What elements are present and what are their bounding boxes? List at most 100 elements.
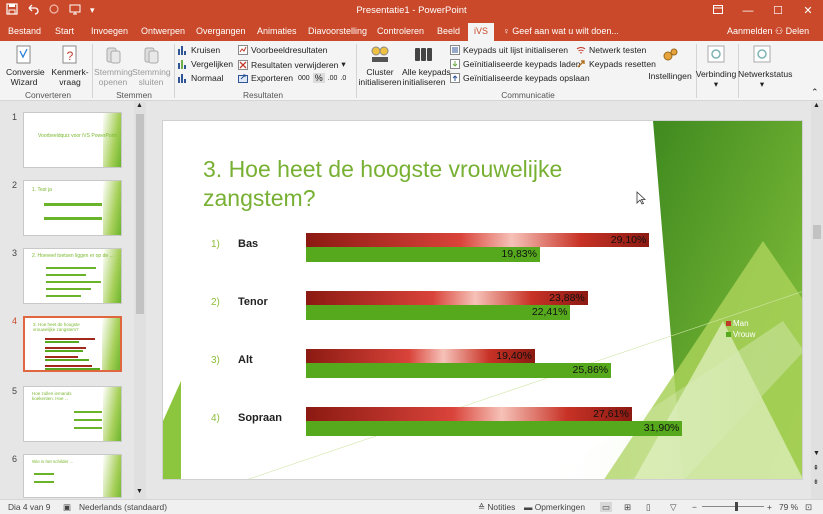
normal-view-icon[interactable]: ▭: [600, 502, 612, 512]
slide-title[interactable]: 3. Hoe heet de hoogste vrouwelijke zangs…: [203, 155, 673, 213]
kruisen-button[interactable]: Kruisen: [178, 45, 220, 55]
zoom-slider-handle[interactable]: [735, 502, 738, 511]
thousands-format-button[interactable]: 000: [298, 75, 310, 82]
keypads-resetten-button[interactable]: Keypads resetten: [576, 59, 656, 69]
resultaten-verwijderen-button[interactable]: Resultaten verwijderen ▾: [238, 59, 346, 70]
voorbeeldresultaten-button[interactable]: Voorbeeldresultaten: [238, 45, 327, 55]
bar-value-label: 22,41%: [531, 306, 568, 318]
person-icon: ⚇: [775, 26, 784, 36]
slide-thumbnail-5[interactable]: Hoe zullen iemands koekenten. Hoe ...: [23, 386, 122, 442]
tab-invoegen[interactable]: Invoegen: [91, 26, 128, 36]
stemming-sluiten-button[interactable]: Stemming sluiten: [132, 45, 171, 87]
slide-thumbnail-1[interactable]: Voorbeeldquiz voor iVS PowerPoint: [23, 112, 122, 168]
stemming-openen-button[interactable]: Stemming openen: [94, 45, 133, 87]
maximize-icon[interactable]: ☐: [763, 0, 793, 22]
editor-scrollbar[interactable]: ▲ ▼ ⇞ ⇟: [811, 102, 823, 499]
kenmerkvraag-button[interactable]: ? Kenmerk- vraag: [50, 45, 90, 87]
network-test-icon: [576, 46, 586, 53]
netwerk-testen-button[interactable]: Netwerk testen: [576, 45, 646, 55]
zoom-slider[interactable]: [702, 506, 764, 507]
tab-start[interactable]: Start: [55, 26, 74, 36]
zoom-out-button[interactable]: −: [692, 502, 697, 512]
vergelijken-button[interactable]: Vergelijken: [178, 59, 233, 69]
tab-bestand[interactable]: Bestand: [8, 26, 41, 36]
slideshow-view-icon[interactable]: ▽: [670, 502, 676, 512]
comment-icon: ▬: [524, 502, 533, 512]
verbinding-button[interactable]: Verbinding ▾: [694, 45, 738, 89]
keypads-uit-lijst-button[interactable]: Keypads uit lijst initialiseren: [450, 45, 568, 55]
scrollbar-thumb[interactable]: [813, 225, 821, 239]
tab-diavoorstelling[interactable]: Diavoorstelling: [308, 26, 367, 36]
tab-ivs[interactable]: iVS: [468, 23, 495, 41]
tell-me-box[interactable]: ♀ Geef aan wat u wilt doen...: [503, 26, 619, 36]
exporteren-button[interactable]: Exporteren: [238, 73, 293, 83]
close-icon[interactable]: ✕: [793, 0, 823, 22]
instellingen-button[interactable]: Instellingen: [648, 45, 692, 81]
bar-value-label: 27,61%: [593, 408, 629, 420]
opslaan-label: Geïnitialiseerde keypads opslaan: [463, 73, 590, 83]
sign-in-link[interactable]: Aanmelden: [727, 26, 773, 36]
delete-results-icon: [238, 59, 248, 70]
share-button[interactable]: ⚇ Delen: [775, 26, 809, 37]
zoom-level[interactable]: 79 %: [779, 502, 798, 512]
language-indicator[interactable]: Nederlands (standaard): [79, 502, 167, 512]
thumb-title: Wie is het schilder ...: [32, 459, 74, 464]
thumb-number: 2: [12, 180, 18, 190]
scroll-up-icon[interactable]: ▲: [813, 102, 820, 109]
thumb-bar: [45, 347, 86, 349]
conversie-label-2: Wizard: [10, 77, 38, 87]
tab-beeld[interactable]: Beeld: [437, 26, 460, 36]
notes-button[interactable]: ≙ Notities: [478, 502, 515, 512]
tab-ontwerpen[interactable]: Ontwerpen: [141, 26, 185, 36]
decrease-decimal-button[interactable]: .0: [340, 75, 346, 82]
netwerkstatus-button[interactable]: Netwerkstatus ▾: [738, 45, 793, 89]
cluster-initialiseren-button[interactable]: Cluster initialiseren: [358, 45, 402, 87]
scroll-down-icon[interactable]: ▼: [136, 488, 143, 495]
scroll-down-icon[interactable]: ▼: [813, 450, 820, 457]
slide-sorter-icon[interactable]: ⊞: [624, 502, 631, 512]
tab-overgangen[interactable]: Overgangen: [196, 26, 246, 36]
reading-view-icon[interactable]: ▯: [646, 502, 651, 512]
conversie-wizard-button[interactable]: Conversie Wizard: [6, 45, 45, 87]
collapse-ribbon-icon[interactable]: ⌃: [811, 87, 819, 98]
cluster-label-1: Cluster: [366, 67, 394, 77]
bar-vrouw: 31,90%: [306, 421, 683, 436]
kenmerk-label-2: vraag: [59, 77, 81, 87]
slide-thumbnail-3[interactable]: 2. Hoeveel toetsen liggen er op de ...: [23, 248, 122, 304]
mouse-cursor-icon: [636, 191, 646, 205]
ribbon-display-options-icon[interactable]: [703, 0, 733, 22]
thumb-bar: [74, 411, 102, 413]
netwerkstatus-label: Netwerkstatus: [738, 69, 793, 79]
minimize-icon[interactable]: —: [733, 0, 763, 22]
zoom-in-button[interactable]: +: [767, 502, 772, 512]
fit-slide-icon[interactable]: ⊡: [805, 502, 812, 512]
legend-swatch-man: [726, 321, 731, 326]
previous-slide-icon[interactable]: ⇞: [813, 464, 819, 472]
next-slide-icon[interactable]: ⇟: [813, 478, 819, 486]
bar-value-label: 29,10%: [610, 234, 647, 246]
bar-value-label: 31,90%: [643, 422, 680, 434]
keypads-opslaan-button[interactable]: Geïnitialiseerde keypads opslaan: [450, 73, 590, 83]
bar-vrouw: 25,86%: [306, 363, 612, 378]
slide-canvas[interactable]: 3. Hoe heet de hoogste vrouwelijke zangs…: [162, 120, 803, 480]
thumbnails-scrollbar[interactable]: ▲ ▼: [134, 102, 146, 499]
keypads-laden-button[interactable]: Geïnitialiseerde keypads laden: [450, 59, 581, 69]
comments-button[interactable]: ▬ Opmerkingen: [524, 502, 585, 512]
reset-keypads-icon: [577, 60, 585, 68]
increase-decimal-button[interactable]: .00: [328, 75, 338, 82]
thumb-bar: [34, 481, 54, 483]
slide-thumbnail-2[interactable]: 1. Test ja: [23, 180, 122, 236]
slide-thumbnail-4[interactable]: 3. Hoe heet de hoogste vrouwelijke zangs…: [23, 316, 122, 372]
normaal-button[interactable]: Normaal: [178, 73, 223, 83]
compare-chart-icon: [178, 59, 186, 69]
thumb-number: 6: [12, 454, 18, 464]
conversion-wizard-icon: [16, 45, 31, 64]
tab-animaties[interactable]: Animaties: [257, 26, 297, 36]
tab-controleren[interactable]: Controleren: [377, 26, 424, 36]
scroll-up-icon[interactable]: ▲: [136, 102, 143, 109]
spellcheck-icon[interactable]: ▣: [63, 502, 71, 512]
slide-thumbnail-6[interactable]: Wie is het schilder ...: [23, 454, 122, 498]
percent-format-button[interactable]: %: [312, 73, 325, 83]
scrollbar-thumb[interactable]: [136, 114, 144, 314]
alle-keypads-initialiseren-button[interactable]: Alle keypads initialiseren: [402, 45, 451, 87]
